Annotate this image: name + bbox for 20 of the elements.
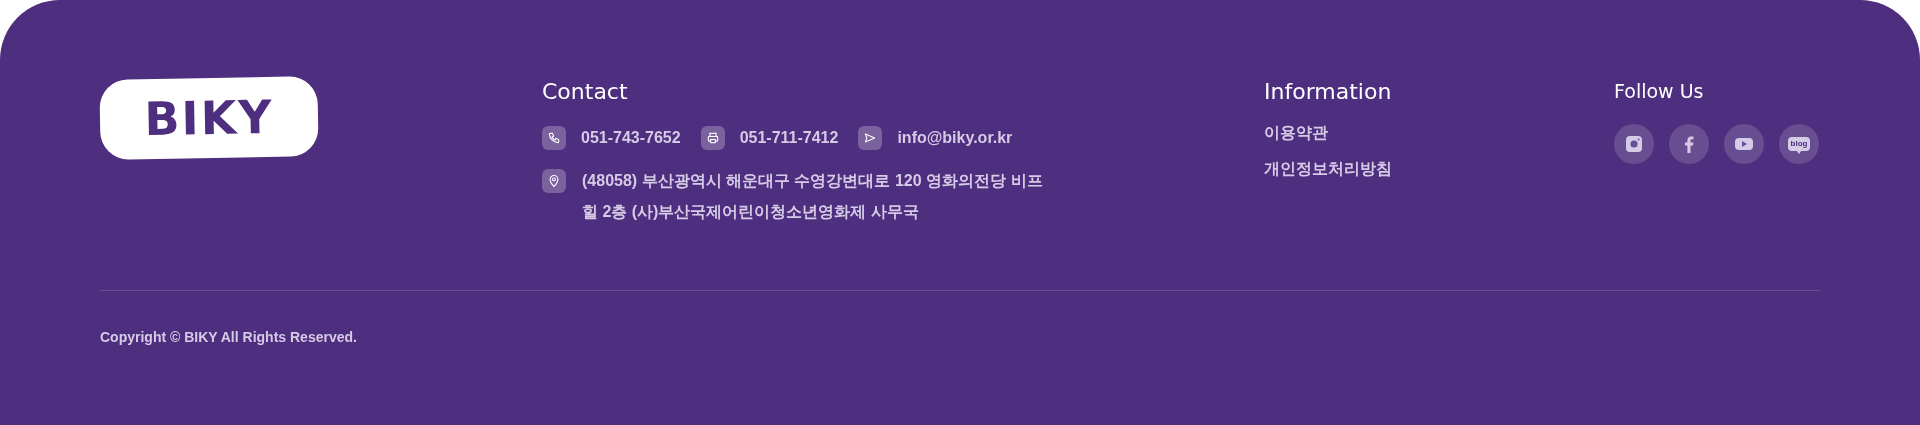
address-text: (48058) 부산광역시 해운대구 수영강변대로 120 영화의전당 비프힐 2층 (사)부산국제어린이청소년영화제 사무국	[582, 171, 1044, 222]
send-icon	[858, 126, 883, 150]
copyright-text: Copyright © BIKY All Rights Reserved.	[100, 328, 357, 347]
logo-text: BIKY	[144, 93, 274, 143]
phone-icon	[542, 126, 566, 150]
section-heading: Information	[1264, 78, 1393, 106]
contact-text: 051-711-7412	[739, 128, 839, 148]
blog-link[interactable]: blog	[1779, 124, 1819, 164]
facebook-icon[interactable]	[1669, 124, 1709, 164]
contact-text: 051-743-7652	[581, 128, 681, 148]
section-heading: Contact	[542, 78, 629, 106]
footer-link[interactable]: 이용약관	[1264, 122, 1328, 144]
play-button-icon[interactable]	[1724, 124, 1764, 164]
logo[interactable]: BIKY	[99, 76, 319, 160]
instagram-icon[interactable]	[1614, 124, 1654, 164]
printer-icon	[700, 126, 725, 150]
footer-link[interactable]: 개인정보처리방침	[1264, 158, 1392, 180]
section-heading: Follow Us	[1614, 79, 1705, 104]
location-pin-icon	[542, 169, 566, 193]
email-link[interactable]: info@biky.or.kr	[897, 126, 1013, 150]
